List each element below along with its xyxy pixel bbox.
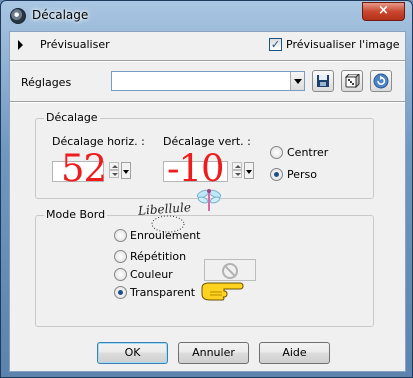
expand-preview-icon[interactable] bbox=[18, 40, 23, 50]
repeat-label[interactable]: Répétition bbox=[130, 250, 186, 263]
dragonfly-icon bbox=[196, 189, 222, 211]
divider bbox=[10, 60, 405, 62]
spin-down-icon[interactable] bbox=[232, 170, 242, 178]
save-icon bbox=[317, 75, 329, 87]
dotted-circle-icon bbox=[151, 215, 185, 233]
preview-image-label[interactable]: Prévisualiser l'image bbox=[286, 38, 399, 51]
transparent-label[interactable]: Transparent bbox=[130, 286, 195, 299]
color-label[interactable]: Couleur bbox=[130, 268, 173, 281]
save-preset-button[interactable] bbox=[312, 70, 334, 92]
radio-repeat[interactable] bbox=[114, 250, 127, 263]
offset-group-title: Décalage bbox=[44, 111, 100, 124]
horizontal-offset-value: 52 bbox=[61, 147, 107, 190]
cancel-button[interactable]: Annuler bbox=[178, 342, 249, 364]
reset-button[interactable] bbox=[370, 70, 392, 92]
preview-bar: Prévisualiser ✓ Prévisualiser l'image bbox=[10, 32, 405, 59]
title-bar[interactable]: Décalage × bbox=[1, 1, 412, 31]
radio-color[interactable] bbox=[114, 268, 127, 281]
radio-center[interactable] bbox=[270, 146, 283, 159]
app-icon bbox=[10, 8, 26, 24]
horizontal-offset-dropdown[interactable] bbox=[121, 162, 131, 179]
reset-icon bbox=[373, 73, 389, 89]
pointing-hand-icon bbox=[201, 282, 244, 301]
chevron-down-icon[interactable] bbox=[290, 72, 304, 90]
divider bbox=[10, 101, 405, 103]
custom-label[interactable]: Perso bbox=[287, 168, 317, 181]
dice-icon bbox=[344, 72, 360, 89]
spin-up-icon[interactable] bbox=[232, 162, 242, 170]
presets-combobox[interactable] bbox=[111, 71, 305, 91]
radio-wrap[interactable] bbox=[114, 229, 127, 242]
preview-toggle-label[interactable]: Prévisualiser bbox=[40, 38, 110, 51]
radio-transparent[interactable] bbox=[114, 286, 127, 299]
vertical-offset-value: -10 bbox=[167, 147, 225, 190]
horizontal-offset-spinner[interactable] bbox=[109, 162, 120, 179]
vertical-offset-dropdown[interactable] bbox=[244, 162, 254, 179]
edge-mode-group-title: Mode Bord bbox=[44, 208, 108, 221]
close-button[interactable]: × bbox=[362, 2, 405, 21]
edge-color-swatch[interactable] bbox=[204, 259, 256, 281]
randomize-button[interactable] bbox=[341, 70, 363, 92]
help-button[interactable]: Aide bbox=[259, 342, 330, 364]
preview-image-checkbox[interactable]: ✓ bbox=[269, 38, 282, 51]
dialog-window: Décalage × Prévisualiser ✓ Prévisualiser… bbox=[0, 0, 413, 378]
presets-label: Réglages bbox=[21, 76, 72, 89]
center-label[interactable]: Centrer bbox=[287, 146, 328, 159]
vertical-offset-spinner[interactable] bbox=[232, 162, 243, 179]
dialog-body: Prévisualiser ✓ Prévisualiser l'image Ré… bbox=[9, 31, 406, 372]
spin-down-icon[interactable] bbox=[109, 170, 119, 178]
no-color-icon bbox=[222, 263, 238, 279]
ok-button[interactable]: OK bbox=[97, 342, 168, 364]
spin-up-icon[interactable] bbox=[109, 162, 119, 170]
radio-custom[interactable] bbox=[270, 168, 283, 181]
window-title: Décalage bbox=[32, 8, 89, 22]
